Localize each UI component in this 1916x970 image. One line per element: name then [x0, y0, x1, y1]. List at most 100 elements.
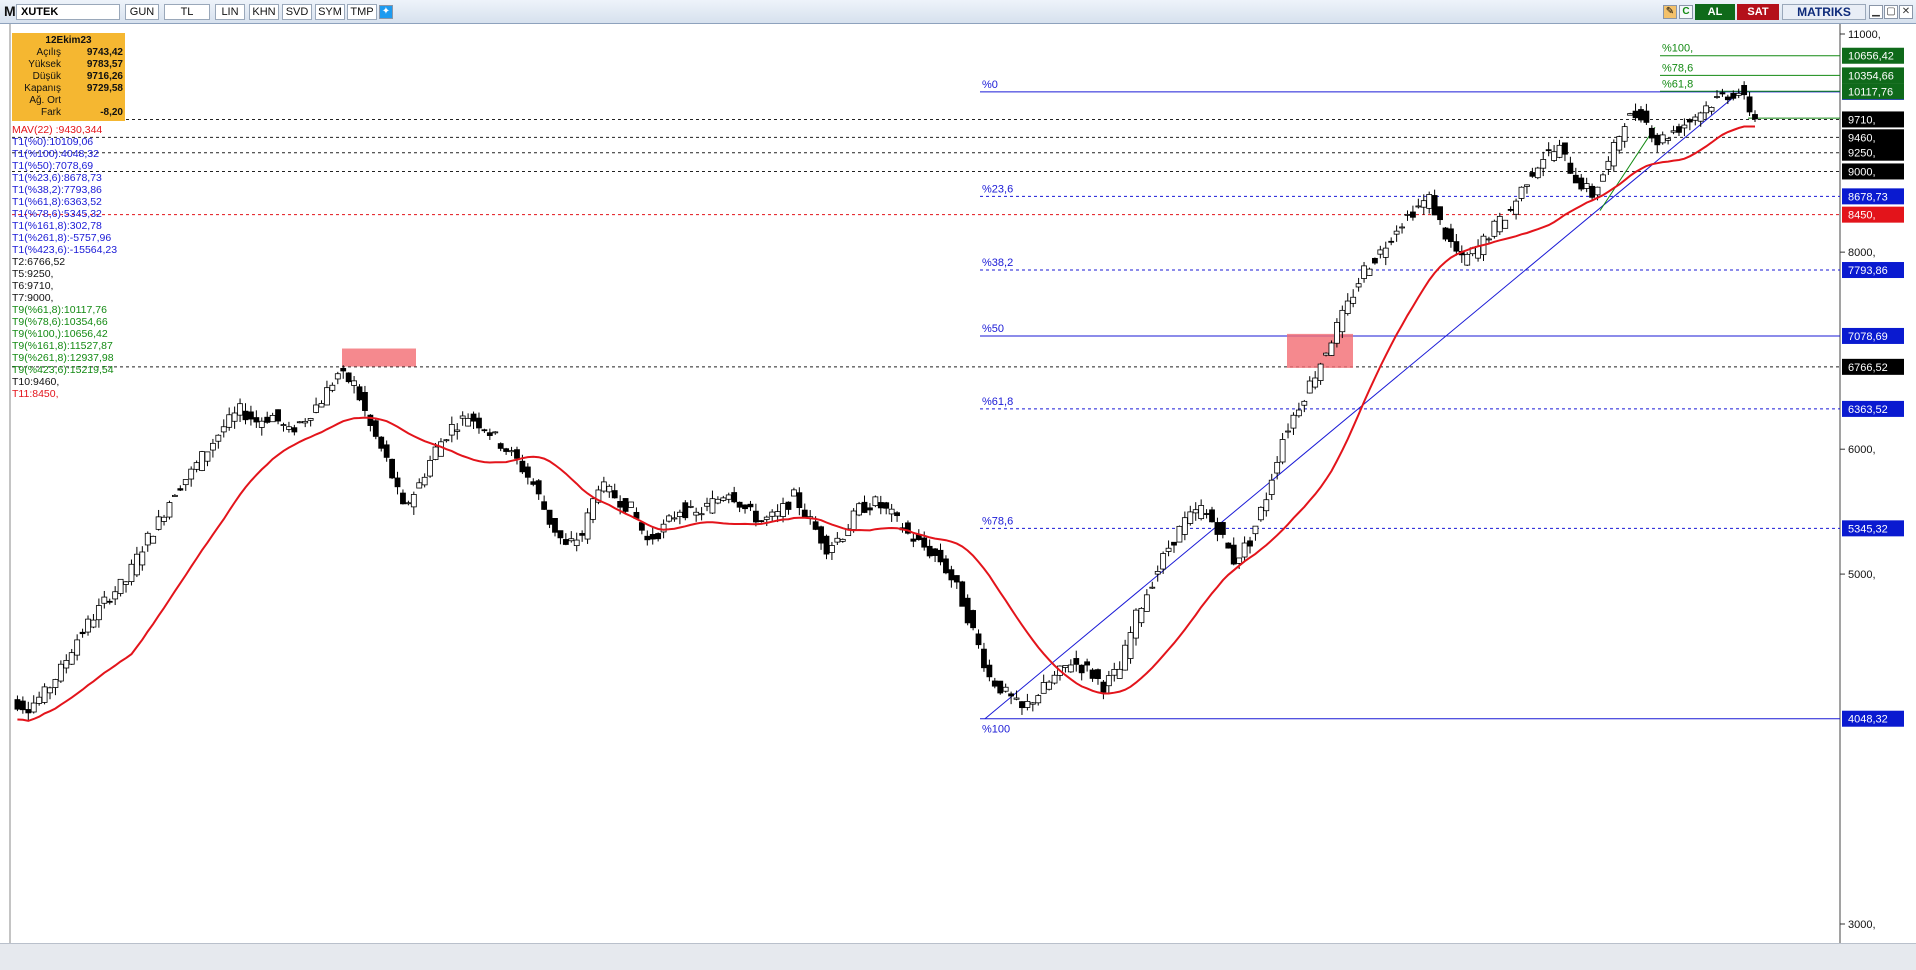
bear-candle [823, 535, 830, 555]
bull-candle [1659, 134, 1666, 144]
bear-candle [519, 460, 526, 473]
legend-item: T9(%261,8):12937,98 [12, 352, 114, 364]
bull-candle [150, 535, 157, 544]
bull-candle [1605, 160, 1612, 170]
pencil-icon[interactable]: ✎ [1663, 5, 1677, 19]
bear-candle [1437, 206, 1443, 221]
info-row-avg: Ağ. Ort [12, 95, 125, 107]
info-value: 9716,26 [86, 71, 123, 82]
bear-candle [622, 498, 629, 512]
bear-candle [1171, 541, 1177, 546]
bear-candle [1219, 522, 1226, 535]
bear-candle [736, 501, 743, 508]
bear-candle [981, 648, 987, 669]
bull-candle [1165, 547, 1172, 552]
symbol-selector[interactable]: XUTEK [16, 4, 120, 20]
bull-candle [30, 702, 37, 713]
bull-candle [1714, 96, 1720, 98]
bear-candle [177, 488, 184, 491]
bear-candle [1100, 681, 1107, 693]
app-logo: M [4, 3, 16, 19]
sym-button[interactable]: SYM [315, 4, 345, 20]
maximize-icon[interactable]: ▢ [1884, 5, 1898, 19]
currency-button[interactable]: TL [164, 4, 210, 20]
close-icon[interactable]: ✕ [1899, 5, 1913, 19]
bear-candle [1654, 134, 1661, 146]
bull-candle [215, 434, 222, 442]
resistance-zone [342, 348, 416, 367]
bear-candle [1073, 658, 1080, 665]
twitter-icon[interactable]: ✦ [379, 5, 393, 19]
bear-candle [1442, 227, 1449, 240]
axis-tick-label: 8000, [1848, 247, 1876, 259]
bear-candle [964, 597, 971, 624]
bull-candle [41, 686, 48, 703]
bull-candle [1062, 665, 1069, 668]
bull-candle [1306, 380, 1313, 394]
bull-candle [769, 511, 776, 517]
bear-candle [400, 492, 406, 505]
bear-candle [1431, 195, 1438, 216]
svd-button[interactable]: SVD [282, 4, 312, 20]
linear-scale-button[interactable]: LIN [215, 4, 245, 20]
template-button[interactable]: TMP [347, 4, 377, 20]
bull-candle [780, 503, 786, 517]
bull-candle [427, 460, 434, 477]
bear-candle [1529, 172, 1536, 177]
buy-button[interactable]: AL [1695, 4, 1735, 20]
legend-item: T1(%161,8):302,78 [12, 220, 102, 232]
bear-candle [1589, 185, 1596, 198]
legend-item: T9(%161,8):11527,87 [12, 340, 113, 352]
info-row-low: Düşük 9716,26 [12, 71, 125, 83]
bull-candle [1035, 695, 1042, 704]
bull-candle [1046, 681, 1053, 690]
bull-candle [226, 414, 233, 428]
bull-candle [693, 511, 700, 516]
bull-candle [704, 502, 710, 507]
period-button[interactable]: GUN [125, 4, 159, 20]
bull-candle [231, 412, 238, 422]
price-chart[interactable]: %0 %23,6 %38,2 %50 %61,8 %78,6 %100 %100, %78,6%… [0, 24, 1916, 943]
bear-candle [959, 581, 966, 607]
projection-price-tag-text: 10656,42 [1848, 51, 1894, 63]
bear-candle [1019, 701, 1025, 709]
axis-tick-label: 6000, [1848, 444, 1876, 456]
bull-candle [698, 513, 705, 516]
fib-level-label: %38,2 [982, 257, 1013, 269]
bull-candle [687, 505, 694, 508]
sell-button[interactable]: SAT [1737, 4, 1779, 20]
bear-candle [1410, 211, 1416, 218]
khn-button[interactable]: KHN [249, 4, 279, 20]
bull-candle [307, 418, 314, 421]
bull-candle [1301, 400, 1308, 406]
bull-candle [573, 539, 580, 547]
bear-candle [926, 545, 933, 557]
bear-candle [394, 477, 401, 488]
level-price-tag-text: 9250, [1848, 148, 1876, 160]
bull-candle [763, 516, 770, 520]
bear-candle [25, 709, 32, 714]
bull-candle [1290, 414, 1297, 429]
bull-candle [269, 414, 276, 423]
fib-price-tag-text: 8678,73 [1848, 191, 1888, 203]
minimize-icon[interactable]: ▁ [1869, 5, 1883, 19]
bull-candle [117, 578, 124, 594]
bull-candle [839, 538, 846, 542]
bull-candle [1491, 220, 1498, 237]
bull-candle [1241, 542, 1248, 558]
bear-candle [470, 413, 477, 422]
bear-candle [948, 569, 955, 581]
bull-candle [1187, 511, 1194, 524]
bear-candle [682, 502, 689, 519]
bull-candle [492, 431, 499, 434]
bull-candle [1670, 130, 1677, 133]
bear-candle [579, 533, 586, 536]
bull-candle [856, 503, 862, 516]
bull-candle [1399, 226, 1405, 229]
bear-candle [785, 501, 792, 510]
info-row-open: Açılış 9743,42 [12, 47, 125, 59]
bull-candle [171, 494, 178, 497]
refresh-icon[interactable]: C [1679, 5, 1693, 19]
bear-candle [758, 520, 765, 523]
bull-candle [888, 508, 895, 515]
